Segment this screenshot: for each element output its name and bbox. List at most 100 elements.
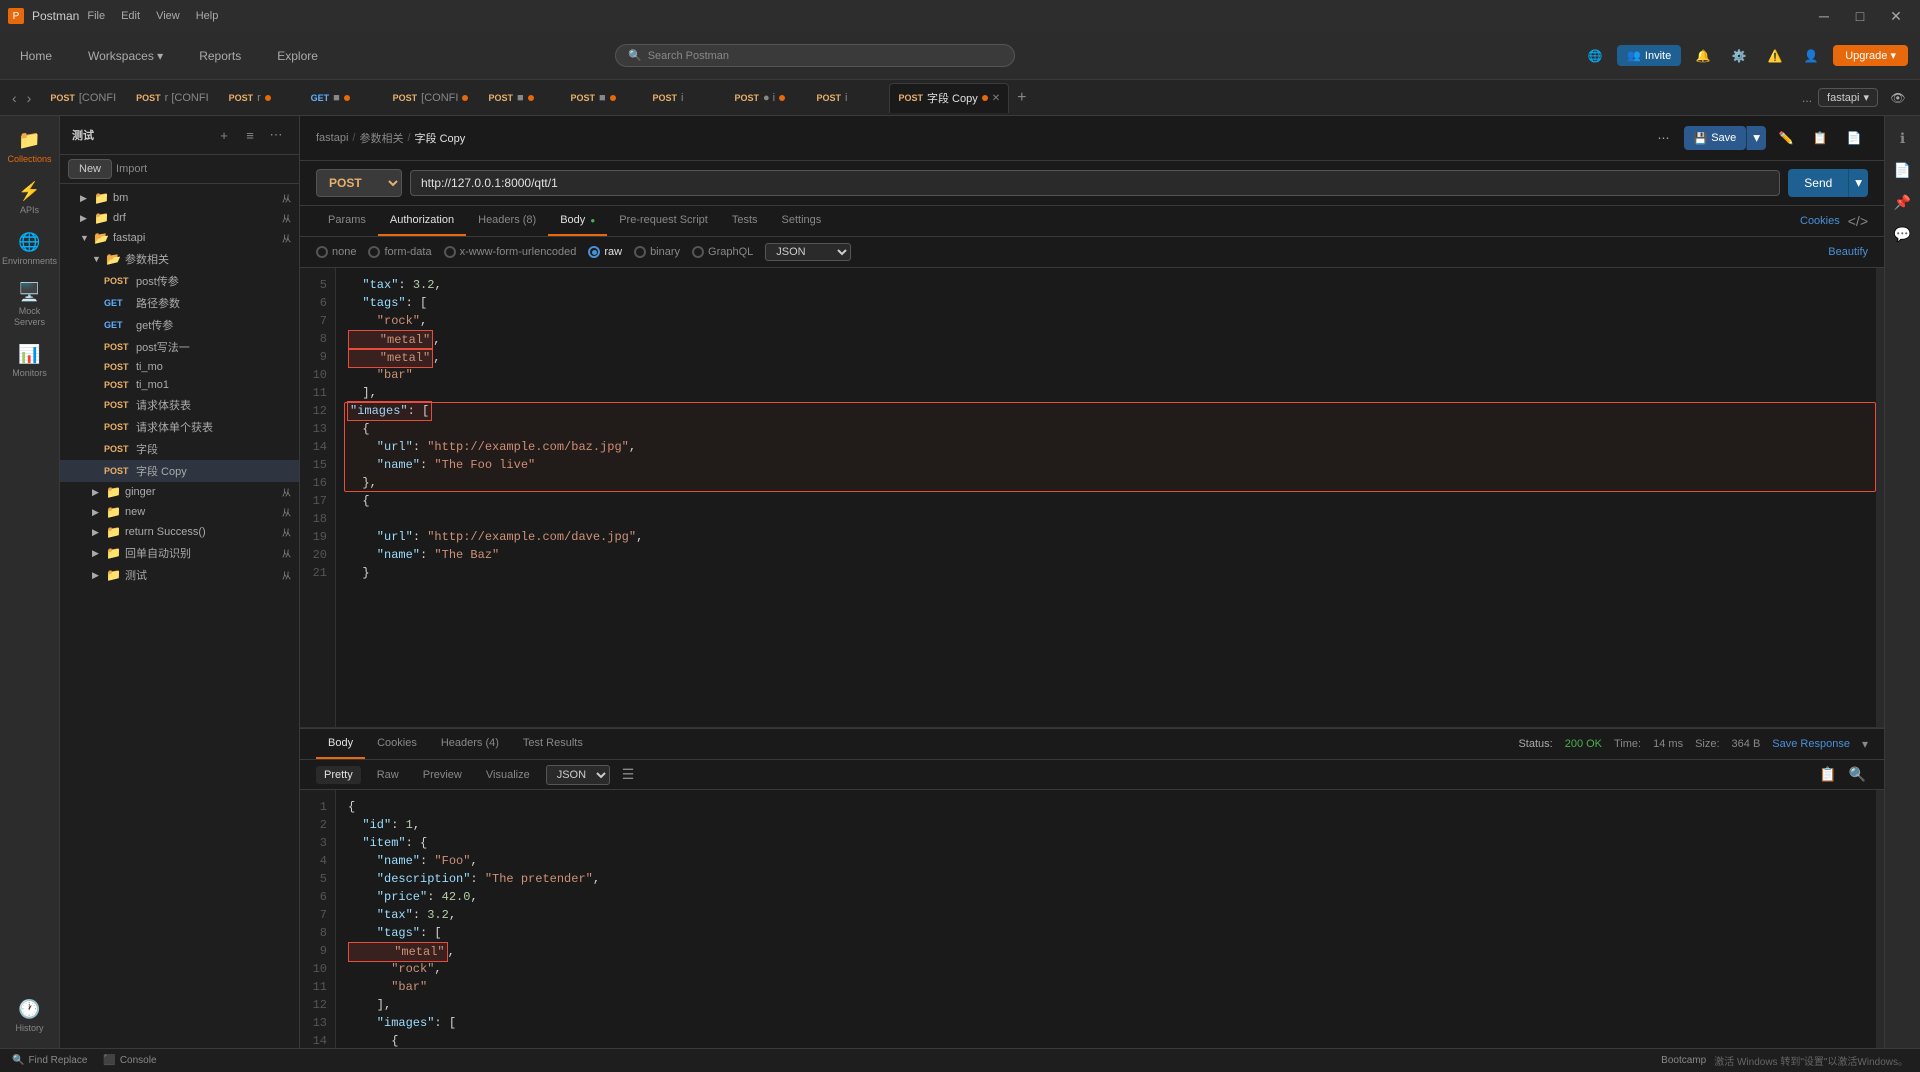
resp-tab-body[interactable]: Body <box>316 729 365 759</box>
save-button[interactable]: 💾 Save <box>1684 126 1747 150</box>
save-response-dropdown[interactable]: ▾ <box>1862 737 1868 751</box>
radio-graphql[interactable]: GraphQL <box>692 246 753 258</box>
kebab-menu-btn[interactable]: ⋯ <box>1650 124 1678 152</box>
more-tabs-btn[interactable]: ... <box>1802 91 1812 105</box>
nav-reports[interactable]: Reports <box>191 45 249 67</box>
breadcrumb-section[interactable]: 参数相关 <box>359 130 403 146</box>
notification-icon[interactable]: 🔔 <box>1689 42 1717 70</box>
find-replace-btn[interactable]: 🔍 Find Replace <box>12 1055 87 1066</box>
tab-5[interactable]: POST [CONFI <box>384 83 478 113</box>
sidebar-item-environments[interactable]: 🌐 Environments <box>4 226 56 273</box>
search-bar[interactable]: 🔍 Search Postman <box>615 44 1015 67</box>
resp-json-select[interactable]: JSON <box>546 765 610 785</box>
filter-collections-btn[interactable]: ≡ <box>239 124 261 146</box>
sidebar-item-monitors[interactable]: 📊 Monitors <box>4 338 56 385</box>
new-button[interactable]: New <box>68 159 112 179</box>
sidebar-item-history[interactable]: 🕐 History <box>4 993 56 1040</box>
right-icon-pin[interactable]: 📌 <box>1889 188 1917 216</box>
tree-item-field-copy[interactable]: POST 字段 Copy <box>60 460 299 482</box>
tree-item-fastapi[interactable]: ▼ 📂 fastapi 从 <box>60 228 299 248</box>
upgrade-button[interactable]: Upgrade ▾ <box>1833 45 1908 66</box>
close-button[interactable]: ✕ <box>1880 6 1912 26</box>
avatar-icon[interactable]: 👤 <box>1797 42 1825 70</box>
tab-1[interactable]: POST [CONFI <box>41 83 125 113</box>
beautify-button[interactable]: Beautify <box>1828 246 1868 258</box>
eye-icon[interactable]: 👁 <box>1884 84 1912 112</box>
resp-tab-test-results[interactable]: Test Results <box>511 729 595 759</box>
send-dropdown-btn[interactable]: ▾ <box>1848 169 1868 197</box>
tab-settings[interactable]: Settings <box>770 206 834 236</box>
tree-item-field[interactable]: POST 字段 <box>60 438 299 460</box>
resp-code-content[interactable]: { "id": 1, "item": { "name": "Foo", "des… <box>336 790 1876 1048</box>
tab-9[interactable]: POST ● i <box>725 83 805 113</box>
settings-icon[interactable]: ⚙️ <box>1725 42 1753 70</box>
resp-scrollbar-track[interactable] <box>1876 790 1884 1048</box>
tab-active[interactable]: POST 字段 Copy ✕ <box>889 83 1009 113</box>
radio-none[interactable]: none <box>316 246 356 258</box>
tree-item-params[interactable]: ▼ 📂 参数相关 <box>60 248 299 270</box>
tree-item-get-params[interactable]: GET get传参 <box>60 314 299 336</box>
tree-item-bm[interactable]: ▶ 📁 bm 从 <box>60 188 299 208</box>
tab-7[interactable]: POST ■ <box>561 83 641 113</box>
right-icon-info[interactable]: ℹ <box>1889 124 1917 152</box>
add-collection-btn[interactable]: + <box>213 124 235 146</box>
tab-10[interactable]: POST i <box>807 83 887 113</box>
tree-item-timo1[interactable]: POST ti_mo1 <box>60 376 299 394</box>
tab-params[interactable]: Params <box>316 206 378 236</box>
tab-6[interactable]: POST ■ <box>479 83 559 113</box>
url-input[interactable] <box>410 170 1780 196</box>
tab-authorization[interactable]: Authorization <box>378 206 466 236</box>
nav-explore[interactable]: Explore <box>269 45 326 67</box>
menu-help[interactable]: Help <box>196 10 219 22</box>
menu-view[interactable]: View <box>156 10 180 22</box>
right-icon-comment[interactable]: 💬 <box>1889 220 1917 248</box>
tab-prev-btn[interactable]: ‹ <box>8 88 21 108</box>
copy-icon[interactable]: 📋 <box>1806 124 1834 152</box>
tree-item-post-params[interactable]: POST post传参 <box>60 270 299 292</box>
tab-8[interactable]: POST i <box>643 83 723 113</box>
radio-binary[interactable]: binary <box>634 246 680 258</box>
send-button[interactable]: Send <box>1788 169 1848 197</box>
radio-urlencoded[interactable]: x-www-form-urlencoded <box>444 246 577 258</box>
new-tab-button[interactable]: + <box>1011 87 1032 109</box>
nav-workspaces[interactable]: Workspaces ▾ <box>80 45 171 67</box>
tab-headers[interactable]: Headers (8) <box>466 206 548 236</box>
cookies-link[interactable]: Cookies <box>1800 215 1840 227</box>
invite-button[interactable]: 👥 Invite <box>1617 45 1681 66</box>
tab-pre-request[interactable]: Pre-request Script <box>607 206 720 236</box>
tab-2[interactable]: POST r [CONFI <box>127 83 218 113</box>
alert-icon[interactable]: ⚠️ <box>1761 42 1789 70</box>
console-btn[interactable]: ⬛ Console <box>103 1055 156 1066</box>
search-response-btn[interactable]: 🔍 <box>1847 764 1868 785</box>
tree-item-get-path[interactable]: GET 路径参数 <box>60 292 299 314</box>
nav-home[interactable]: Home <box>12 45 60 67</box>
minimize-button[interactable]: ─ <box>1808 6 1840 26</box>
code-link[interactable]: </> <box>1848 213 1868 229</box>
resp-tab-cookies[interactable]: Cookies <box>365 729 429 759</box>
resp-fmt-raw[interactable]: Raw <box>369 766 407 784</box>
tab-body[interactable]: Body ● <box>548 206 607 236</box>
bootcamp-label[interactable]: Bootcamp <box>1661 1055 1706 1066</box>
tab-next-btn[interactable]: › <box>23 88 36 108</box>
menu-file[interactable]: File <box>87 10 105 22</box>
tree-item-test[interactable]: ▶ 📁 测试 从 <box>60 564 299 586</box>
tab-close-btn[interactable]: ✕ <box>992 93 1000 104</box>
import-button[interactable]: Import <box>116 163 147 175</box>
tree-item-timo[interactable]: POST ti_mo <box>60 358 299 376</box>
tree-item-request-body[interactable]: POST 请求体获表 <box>60 394 299 416</box>
right-icon-doc[interactable]: 📄 <box>1889 156 1917 184</box>
tree-item-post-method[interactable]: POST post写法一 <box>60 336 299 358</box>
save-response-btn[interactable]: Save Response <box>1772 738 1850 750</box>
resp-tab-headers[interactable]: Headers (4) <box>429 729 511 759</box>
menu-edit[interactable]: Edit <box>121 10 140 22</box>
tab-3[interactable]: POST r <box>220 83 300 113</box>
tree-item-auto-identify[interactable]: ▶ 📁 回单自动识别 从 <box>60 542 299 564</box>
request-code-content[interactable]: "tax": 3.2, "tags": [ "rock", "metal", "… <box>336 268 1876 727</box>
tab-4[interactable]: GET ■ <box>302 83 382 113</box>
tree-item-return-success[interactable]: ▶ 📁 return Success() 从 <box>60 522 299 542</box>
json-format-select[interactable]: JSON Text JavaScript HTML XML <box>765 243 851 261</box>
tree-item-new[interactable]: ▶ 📁 new 从 <box>60 502 299 522</box>
method-select[interactable]: POST GET PUT DELETE <box>316 169 402 197</box>
radio-form-data[interactable]: form-data <box>368 246 431 258</box>
resp-fmt-pretty[interactable]: Pretty <box>316 766 361 784</box>
